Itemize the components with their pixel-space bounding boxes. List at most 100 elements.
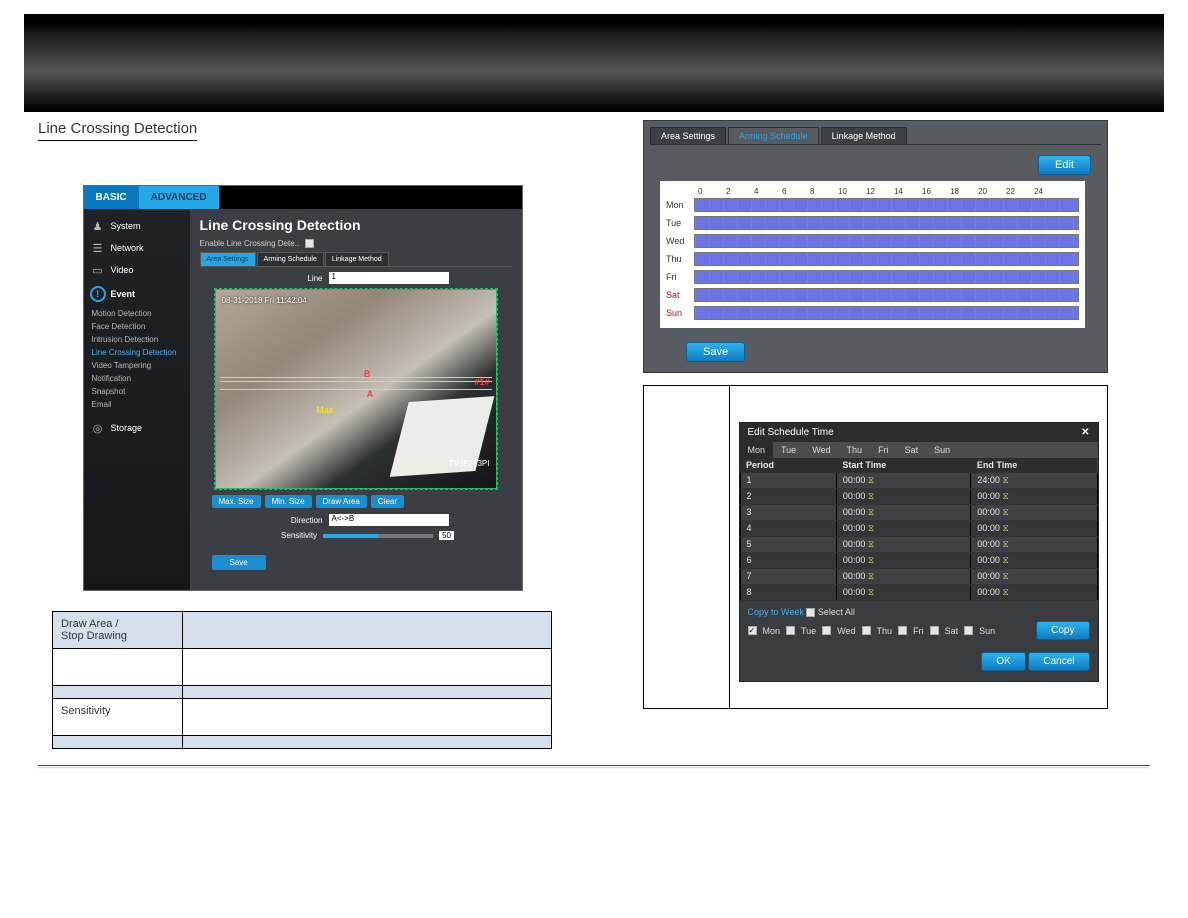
max-size-button[interactable]: Max. Size	[212, 495, 261, 508]
sub-notif[interactable]: Notification	[92, 372, 190, 385]
clock-icon[interactable]: ⧖	[868, 523, 874, 533]
arming-schedule-panel: Area Settings Arming Schedule Linkage Me…	[643, 120, 1108, 373]
sub-linecross[interactable]: Line Crossing Detection	[92, 346, 190, 359]
save-button[interactable]: Save	[212, 555, 266, 570]
tab-advanced[interactable]: ADVANCED	[139, 186, 219, 209]
section-title: Line Crossing Detection	[38, 120, 197, 141]
clock-icon[interactable]: ⧖	[1002, 555, 1008, 565]
clear-button[interactable]: Clear	[371, 495, 404, 508]
daytab-fri[interactable]: Fri	[870, 442, 897, 458]
tab-basic[interactable]: BASIC	[84, 186, 139, 209]
copy-button[interactable]: Copy	[1036, 621, 1089, 640]
col-start: Start Time	[836, 458, 971, 473]
daytab-mon[interactable]: Mon	[740, 442, 774, 458]
chk-wed[interactable]	[822, 626, 831, 635]
video-icon: ▭	[90, 264, 106, 276]
sidebar-item-event[interactable]: ! Event	[84, 281, 190, 307]
sub-motion[interactable]: Motion Detection	[92, 307, 190, 320]
draw-area-button[interactable]: Draw Area	[316, 495, 367, 508]
td-empty	[53, 736, 183, 749]
daytab-sun[interactable]: Sun	[926, 442, 958, 458]
clock-icon[interactable]: ⧖	[868, 555, 874, 565]
clock-icon[interactable]: ⧖	[1002, 491, 1008, 501]
chk-sun[interactable]	[964, 626, 973, 635]
col-period: Period	[740, 458, 836, 473]
video-preview: 08-31-2018 Fri 11:42:04 B A #1# Max TV-I…	[215, 289, 497, 489]
chk-mon[interactable]	[748, 626, 757, 635]
boundary-line	[220, 389, 492, 390]
periods-table: Period Start Time End Time 100:00 ⧖24:00…	[740, 458, 1098, 601]
clock-icon[interactable]: ⧖	[1002, 507, 1008, 517]
mark-b: B	[364, 369, 371, 379]
table-row: 500:00 ⧖00:00 ⧖	[740, 537, 1097, 553]
clock-icon[interactable]: ⧖	[1002, 539, 1008, 549]
chk-thu[interactable]	[862, 626, 871, 635]
td-drawarea-desc	[183, 612, 552, 649]
top-banner	[24, 14, 1164, 112]
chk-fri[interactable]	[898, 626, 907, 635]
sidebar-item-network[interactable]: ☰ Network	[84, 237, 190, 259]
chk-tue[interactable]	[786, 626, 795, 635]
td-empty	[183, 649, 552, 686]
save-button[interactable]: Save	[686, 342, 745, 362]
sidebar-item-storage[interactable]: ◎ Storage	[84, 417, 190, 439]
ok-button[interactable]: OK	[981, 652, 1025, 671]
subtab-area[interactable]: Area Settings	[200, 252, 256, 266]
tab-linkage-method[interactable]: Linkage Method	[821, 127, 907, 144]
sidebar-item-system[interactable]: ♟ System	[84, 215, 190, 237]
chk-sat[interactable]	[930, 626, 939, 635]
close-icon[interactable]: ✕	[1081, 427, 1089, 438]
subtab-linkage[interactable]: Linkage Method	[325, 252, 389, 266]
dialog-title: Edit Schedule Time	[748, 427, 834, 438]
timestamp: 08-31-2018 Fri 11:42:04	[222, 296, 307, 305]
day-row-fri: Fri	[666, 268, 1079, 286]
select-all-checkbox[interactable]	[806, 608, 815, 617]
direction-select[interactable]: A<->B	[329, 514, 449, 526]
cancel-button[interactable]: Cancel	[1028, 652, 1089, 671]
clock-icon[interactable]: ⧖	[868, 507, 874, 517]
sensitivity-slider[interactable]	[323, 534, 433, 538]
model-label: TV-IP323PI	[449, 459, 490, 468]
sub-tamper[interactable]: Video Tampering	[92, 359, 190, 372]
day-row-thu: Thu	[666, 250, 1079, 268]
panel-title: Line Crossing Detection	[200, 217, 512, 233]
tab-area-settings[interactable]: Area Settings	[650, 127, 726, 144]
daytab-thu[interactable]: Thu	[839, 442, 871, 458]
table-row: 300:00 ⧖00:00 ⧖	[740, 505, 1097, 521]
min-size-button[interactable]: Min. Size	[265, 495, 312, 508]
col-end: End Time	[971, 458, 1097, 473]
edit-schedule-label	[644, 386, 730, 709]
sub-intrusion[interactable]: Intrusion Detection	[92, 333, 190, 346]
sidebar-item-video[interactable]: ▭ Video	[84, 259, 190, 281]
storage-icon: ◎	[90, 422, 106, 434]
info-table: Draw Area / Stop Drawing Sensitivity	[52, 611, 552, 749]
line-select[interactable]: 1	[329, 272, 449, 284]
sub-face[interactable]: Face Detection	[92, 320, 190, 333]
th-sensitivity: Sensitivity	[53, 699, 183, 736]
sub-email[interactable]: Email	[92, 398, 190, 411]
td-empty	[183, 686, 552, 699]
table-row: 600:00 ⧖00:00 ⧖	[740, 553, 1097, 569]
clock-icon[interactable]: ⧖	[868, 539, 874, 549]
subtab-arming[interactable]: Arming Schedule	[257, 252, 324, 266]
clock-icon[interactable]: ⧖	[868, 475, 874, 485]
clock-icon[interactable]: ⧖	[868, 491, 874, 501]
mark-max: Max	[316, 405, 334, 415]
clock-icon[interactable]: ⧖	[1002, 523, 1008, 533]
clock-icon[interactable]: ⧖	[1002, 475, 1008, 485]
sub-snap[interactable]: Snapshot	[92, 385, 190, 398]
td-empty	[53, 686, 183, 699]
tab-arming-schedule[interactable]: Arming Schedule	[728, 127, 819, 144]
daytab-sat[interactable]: Sat	[897, 442, 927, 458]
enable-checkbox[interactable]	[305, 239, 314, 248]
td-empty	[53, 649, 183, 686]
clock-icon[interactable]: ⧖	[868, 587, 874, 597]
edit-button[interactable]: Edit	[1038, 155, 1091, 175]
clock-icon[interactable]: ⧖	[1002, 571, 1008, 581]
clock-icon[interactable]: ⧖	[868, 571, 874, 581]
daytab-tue[interactable]: Tue	[773, 442, 804, 458]
hours-axis: 024 6810 121416 182022 24	[666, 187, 1079, 196]
clock-icon[interactable]: ⧖	[1002, 587, 1008, 597]
sidebar-item-label: Video	[111, 265, 134, 275]
daytab-wed[interactable]: Wed	[804, 442, 838, 458]
